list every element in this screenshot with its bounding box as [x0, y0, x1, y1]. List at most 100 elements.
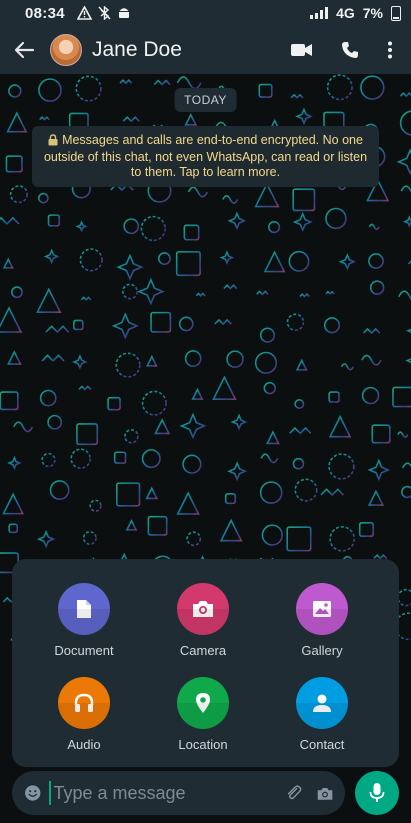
- doodle-shape: [222, 195, 239, 204]
- chat-header: Jane Doe: [0, 26, 411, 74]
- date-chip: TODAY: [174, 88, 237, 112]
- attach-audio-button[interactable]: Audio: [29, 677, 139, 752]
- doodle-shape: [326, 74, 353, 101]
- doodle-shape: [141, 390, 167, 416]
- camera-icon[interactable]: [317, 784, 333, 803]
- doodle-shape: [111, 312, 139, 340]
- avatar[interactable]: [50, 34, 82, 66]
- doodle-shape: [258, 83, 273, 98]
- doodle-shape: [124, 429, 139, 444]
- attachment-sheet: Document Camera Gallery Audio Location C…: [12, 559, 399, 767]
- doodle-shape: [328, 391, 340, 403]
- person-icon: [313, 694, 331, 712]
- gallery-icon: [313, 601, 331, 617]
- message-input[interactable]: [49, 781, 286, 805]
- doodle-shape: [405, 358, 411, 364]
- doodle-shape: [295, 107, 313, 126]
- message-composer: [12, 771, 345, 815]
- doodle-shape: [214, 318, 232, 326]
- doodle-shape: [227, 211, 247, 231]
- doodle-shape: [43, 248, 60, 265]
- doodle-shape: [72, 354, 88, 370]
- doodle-shape: [157, 252, 171, 266]
- status-time: 08:34: [25, 4, 65, 22]
- doodle-shape: [7, 350, 22, 365]
- battery-icon: [391, 5, 401, 21]
- doodle-shape: [224, 493, 237, 505]
- warning-icon: [76, 6, 92, 20]
- doodle-shape: [36, 287, 62, 313]
- video-call-icon[interactable]: [291, 42, 313, 58]
- attach-location-label: Location: [178, 737, 228, 752]
- voice-call-icon[interactable]: [341, 41, 359, 59]
- doodle-shape: [140, 215, 167, 242]
- doodle-shape: [294, 398, 305, 409]
- doodle-shape: [79, 248, 103, 272]
- doodle-shape: [400, 185, 411, 193]
- more-options-icon[interactable]: [387, 41, 393, 59]
- doodle-shape: [219, 518, 243, 542]
- doodle-shape: [107, 396, 121, 411]
- attach-paperclip-icon[interactable]: [285, 781, 302, 805]
- doodle-shape: [323, 317, 341, 334]
- doodle-shape: [320, 488, 344, 497]
- attach-contact-button[interactable]: Contact: [267, 677, 377, 752]
- doodle-shape: [119, 79, 133, 85]
- doodle-shape: [373, 554, 388, 560]
- doodle-shape: [176, 76, 202, 90]
- doodle-shape: [116, 253, 144, 281]
- doodle-shape: [150, 311, 172, 333]
- contact-name[interactable]: Jane Doe: [92, 38, 182, 62]
- doodle-shape: [75, 220, 88, 233]
- doodle-shape: [286, 526, 312, 552]
- doodle-shape: [0, 216, 20, 226]
- doodle-shape: [219, 250, 235, 265]
- doodle-shape: [122, 283, 138, 300]
- doodle-shape: [392, 386, 411, 408]
- doodle-shape: [290, 93, 304, 99]
- doodle-shape: [76, 423, 99, 446]
- doodle-shape: [292, 457, 305, 470]
- doodle-shape: [403, 215, 411, 228]
- doodle-shape: [0, 391, 19, 411]
- android-icon: [118, 8, 129, 18]
- location-pin-icon: [196, 693, 210, 713]
- voice-record-button[interactable]: [355, 771, 399, 815]
- attach-document-button[interactable]: Document: [29, 583, 139, 658]
- doodle-shape: [263, 250, 286, 273]
- doodle-shape: [226, 350, 244, 368]
- doodle-shape: [362, 327, 381, 335]
- doodle-shape: [2, 257, 14, 269]
- doodle-shape: [145, 486, 159, 500]
- doodle-shape: [325, 290, 335, 295]
- doodle-shape: [9, 185, 28, 204]
- attach-audio-label: Audio: [67, 737, 101, 752]
- doodle-shape: [396, 148, 411, 176]
- attach-camera-button[interactable]: Camera: [148, 583, 258, 658]
- doodle-shape: [38, 78, 62, 102]
- attach-location-button[interactable]: Location: [148, 677, 258, 752]
- signal-icon: [310, 7, 329, 19]
- doodle-shape: [328, 453, 355, 480]
- doodle-shape: [361, 386, 380, 405]
- doodle-shape: [263, 381, 277, 395]
- doodle-shape: [47, 214, 61, 227]
- doodle-shape: [369, 280, 385, 295]
- doodle-shape: [299, 293, 310, 298]
- attach-gallery-button[interactable]: Gallery: [267, 583, 377, 658]
- network-type: 4G: [336, 5, 355, 21]
- doodle-shape: [6, 111, 28, 133]
- doodle-shape: [70, 448, 91, 469]
- doodle-shape: [154, 418, 171, 435]
- bluetooth-off-icon: [98, 6, 111, 20]
- attach-camera-circle: [177, 583, 229, 635]
- back-arrow-icon[interactable]: [12, 38, 36, 62]
- doodle-shape: [259, 481, 283, 504]
- doodle-shape: [186, 531, 202, 547]
- doodle-shape: [115, 352, 141, 378]
- encryption-notice[interactable]: Messages and calls are end-to-end encryp…: [32, 126, 379, 187]
- doodle-shape: [175, 251, 201, 277]
- doodle-shape: [153, 79, 171, 86]
- emoji-icon[interactable]: [24, 781, 41, 805]
- doodle-shape: [178, 316, 194, 332]
